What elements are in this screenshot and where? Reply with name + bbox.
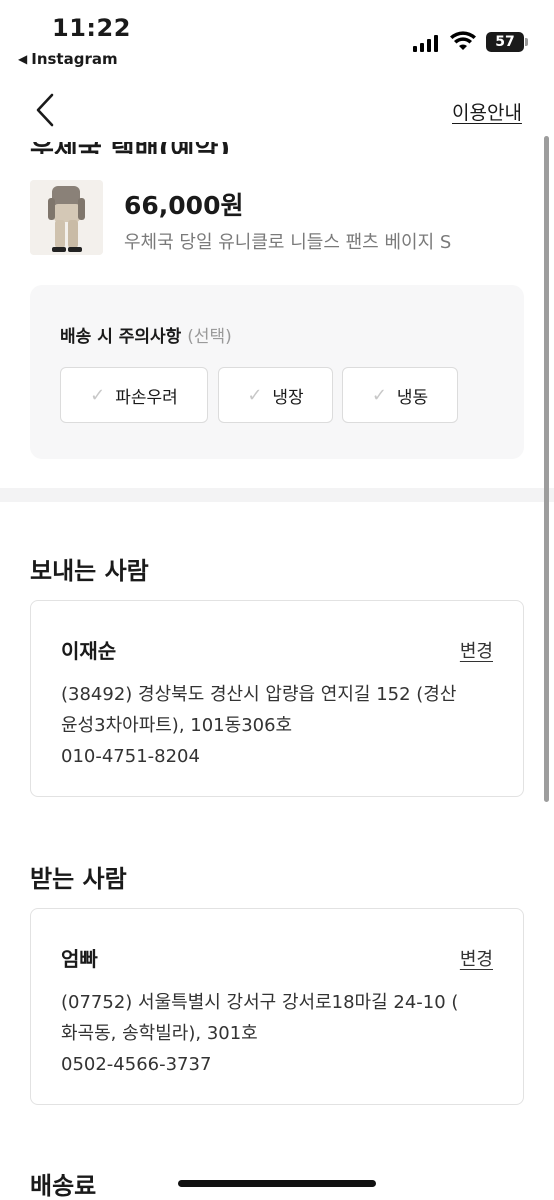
sender-change-button[interactable]: 변경 [460,637,493,663]
battery-level: 57 [495,34,515,50]
receiver-section-title: 받는 사람 [30,865,127,893]
back-arrow-icon[interactable] [32,92,62,128]
receiver-name: 엄빠 [61,947,98,971]
battery-icon: 57 [486,32,528,52]
status-time: 11:22 [52,14,131,42]
caution-option-label: 파손우려 [115,387,178,408]
product-thumbnail [30,180,103,255]
cellular-signal-icon [413,34,438,52]
product-name: 우체국 당일 유니클로 니들스 팬츠 베이지 S [124,232,452,253]
page-title-partial: 우체국 택배(예약) [30,134,231,154]
check-icon: ✓ [247,384,263,406]
receiver-address-line2: 화곡동, 송학빌라), 301호 [61,1023,258,1044]
back-to-app-link[interactable]: ◀ Instagram [18,50,118,68]
usage-guide-link[interactable]: 이용안내 [452,98,522,125]
section-divider [0,488,554,502]
caution-option-refrigerate[interactable]: ✓ 냉장 [218,367,333,423]
check-icon: ✓ [90,384,106,406]
sender-section-title: 보내는 사람 [30,557,149,585]
shipping-caution-title: 배송 시 주의사항 (선택) [60,322,232,347]
scrollbar[interactable] [544,136,549,802]
receiver-address-line1: (07752) 서울특별시 강서구 강서로18마길 24-10 ( [61,992,459,1013]
caution-option-label: 냉동 [396,387,429,408]
caution-option-freeze[interactable]: ✓ 냉동 [342,367,458,423]
receiver-phone: 0502-4566-3737 [61,1054,212,1075]
sender-name: 이재순 [61,639,117,663]
sender-address: (38492) 경상북도 경산시 압량읍 연지길 152 (경산 윤성3차아파트… [61,679,501,772]
sender-card: 이재순 변경 (38492) 경상북도 경산시 압량읍 연지길 152 (경산 … [30,600,524,797]
caution-option-fragile[interactable]: ✓ 파손우려 [60,367,208,423]
shipping-caution-box: 배송 시 주의사항 (선택) ✓ 파손우려 ✓ 냉장 ✓ 냉동 [30,285,524,459]
caution-optional-label: (선택) [187,327,232,347]
sender-address-line2: 윤성3차아파트), 101동306호 [61,715,293,736]
back-app-label: Instagram [31,50,118,68]
receiver-card: 엄빠 변경 (07752) 서울특별시 강서구 강서로18마길 24-10 ( … [30,908,524,1105]
sender-address-line1: (38492) 경상북도 경산시 압량읍 연지길 152 (경산 [61,684,457,705]
back-triangle-icon: ◀ [18,52,28,66]
receiver-change-button[interactable]: 변경 [460,945,493,971]
sender-phone: 010-4751-8204 [61,746,200,767]
wifi-icon [450,31,476,50]
status-bar: 11:22 ◀ Instagram 57 [0,0,554,76]
shipping-fee-section-title: 배송료 [30,1172,97,1200]
caution-option-label: 냉장 [272,387,304,408]
product-price: 66,000원 [124,191,244,220]
home-indicator[interactable] [178,1180,376,1187]
caution-title-text: 배송 시 주의사항 [60,327,182,347]
receiver-address: (07752) 서울특별시 강서구 강서로18마길 24-10 ( 화곡동, 송… [61,987,501,1080]
check-icon: ✓ [371,384,387,406]
